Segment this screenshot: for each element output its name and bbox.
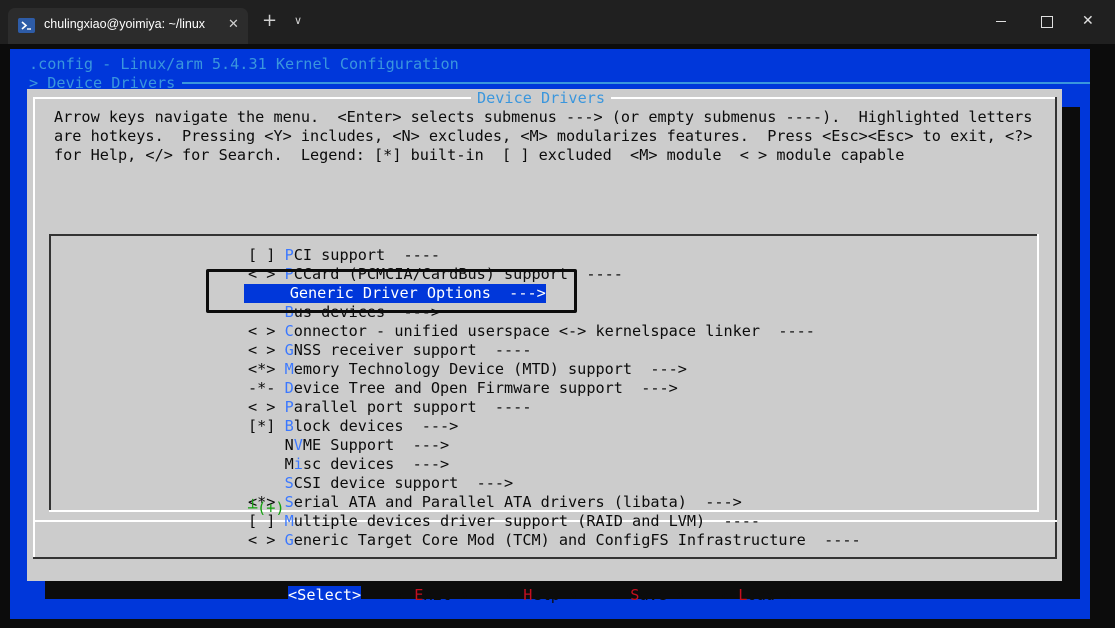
menu-item[interactable]: < > Generic Target Core Mod (TCM) and Co… (248, 531, 861, 550)
maximize-icon[interactable] (1037, 12, 1055, 30)
menu-item[interactable]: < > Parallel port support ---- (248, 398, 531, 417)
hotkey-letter: M (284, 360, 294, 378)
dialog-button[interactable]: < Exit > (396, 586, 469, 605)
menu-item[interactable]: Misc devices ---> (248, 455, 450, 474)
hotkey-letter: P (284, 398, 294, 416)
tab-dropdown-icon[interactable]: ∨ (294, 14, 302, 27)
dialog-title: Device Drivers (471, 89, 612, 108)
config-header: .config - Linux/arm 5.4.31 Kernel Config… (29, 55, 459, 73)
new-tab-button[interactable]: + (262, 12, 277, 30)
hotkey-letter: G (284, 341, 294, 359)
menu-item[interactable]: SCSI device support ---> (248, 474, 514, 493)
hotkey-letter: V (293, 436, 303, 454)
menu-item[interactable]: NVME Support ---> (248, 436, 450, 455)
hotkey-letter: S (284, 493, 294, 511)
dialog-button[interactable]: <Select> (288, 586, 362, 605)
header-rule (182, 82, 1090, 84)
hotkey-letter: P (284, 246, 294, 264)
hotkey-letter: B (284, 417, 294, 435)
menu-item[interactable]: < > Connector - unified userspace <-> ke… (248, 322, 815, 341)
tab-title: chulingxiao@yoimiya: ~/linux (44, 17, 206, 31)
menu-item[interactable]: < > GNSS receiver support ---- (248, 341, 531, 360)
scroll-more-indicator: ┴(+) (248, 499, 285, 517)
help-text-line: are hotkeys. Pressing <Y> includes, <N> … (54, 127, 1033, 145)
terminal-tab[interactable]: chulingxiao@yoimiya: ~/linux ✕ (8, 8, 248, 44)
terminal-area[interactable]: .config - Linux/arm 5.4.31 Kernel Config… (0, 44, 1115, 628)
close-window-button[interactable]: ✕ (1082, 12, 1100, 30)
menu-item[interactable]: [ ] PCI support ---- (248, 246, 440, 265)
menu-dialog: Device Drivers Arrow keys navigate the m… (27, 89, 1062, 605)
hotkey-letter: S (284, 474, 294, 492)
hotkey-letter: G (284, 531, 294, 549)
title-bar: chulingxiao@yoimiya: ~/linux ✕ + ∨ ✕ (0, 0, 1115, 44)
hotkey-letter: C (284, 322, 294, 340)
dialog-button[interactable]: < Save > (612, 586, 685, 605)
menu-item[interactable]: [ ] Multiple devices driver support (RAI… (248, 512, 760, 531)
menu-item[interactable]: [*] Block devices ---> (248, 417, 458, 436)
dialog-button[interactable]: < Load > (720, 586, 793, 605)
annotation-highlight-box (206, 269, 577, 313)
hotkey-letter: S (297, 586, 307, 604)
powershell-icon (18, 18, 35, 33)
hotkey-letter: M (284, 512, 294, 530)
help-text-line: Arrow keys navigate the menu. <Enter> se… (54, 108, 1033, 126)
menu-item[interactable]: -*- Device Tree and Open Firmware suppor… (248, 379, 678, 398)
hotkey-letter: D (284, 379, 294, 397)
menu-item[interactable]: <*> Serial ATA and Parallel ATA drivers … (248, 493, 742, 512)
help-text-line: for Help, </> for Search. Legend: [*] bu… (54, 146, 905, 164)
menu-item[interactable]: <*> Memory Technology Device (MTD) suppo… (248, 360, 687, 379)
dialog-button[interactable]: < Help > (505, 586, 578, 605)
minimize-icon[interactable] (992, 12, 1010, 30)
hotkey-letter: i (293, 455, 303, 473)
tab-close-icon[interactable]: ✕ (228, 17, 239, 32)
